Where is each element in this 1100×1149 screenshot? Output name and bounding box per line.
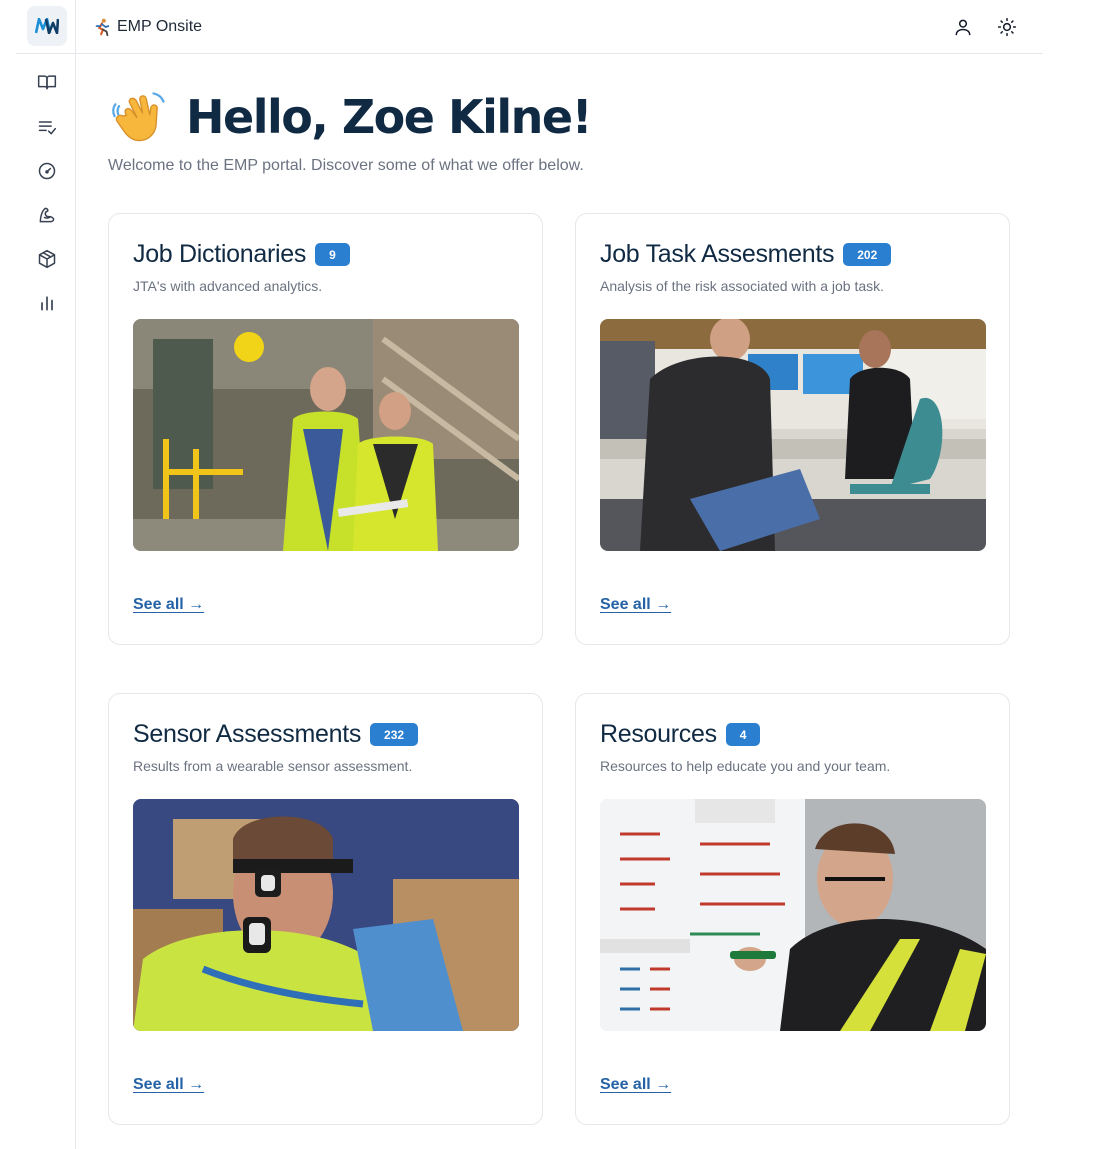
sun-icon [997,17,1017,37]
bicep-icon [39,207,55,223]
see-all-link[interactable]: See all → [133,596,204,614]
card-sensor-assessments: Sensor Assessments 232 Results from a we… [108,693,543,1125]
card-description: JTA's with advanced analytics. [133,278,323,294]
see-all-link[interactable]: See all → [600,596,671,614]
card-title: Job Dictionaries [133,240,307,268]
card-title: Resources [600,720,717,748]
see-all-link[interactable]: See all → [133,1076,204,1094]
user-profile-button[interactable] [951,15,975,39]
see-all-link[interactable]: See all → [600,1076,671,1094]
card-description: Analysis of the risk associated with a j… [600,278,885,294]
sidebar-item-sensors[interactable] [36,204,58,226]
page-subtitle: Welcome to the EMP portal. Discover some… [108,157,584,174]
card-image-wearable-sensor [133,799,519,1031]
count-badge: 202 [843,243,892,266]
app-logo[interactable] [27,6,67,46]
card-description: Results from a wearable sensor assessmen… [133,758,413,774]
bar-chart-icon [41,296,53,311]
count-badge: 232 [370,723,419,746]
sidebar-item-assessments[interactable] [36,116,58,138]
sidebar-divider [16,53,75,54]
sidebar-item-dashboard[interactable] [36,160,58,182]
book-open-icon [37,75,57,90]
box-icon [38,249,56,269]
user-icon [955,19,971,36]
count-badge: 9 [315,243,350,266]
card-title: Sensor Assessments [133,720,362,748]
card-job-dictionaries: Job Dictionaries 9 JTA's with advanced a… [108,213,543,645]
list-check-icon [38,121,57,135]
app-title: EMP Onsite [117,18,203,35]
sidebar-item-dictionaries[interactable] [36,71,58,93]
running-person-icon [95,18,110,36]
card-resources: Resources 4 Resources to help educate yo… [575,693,1010,1125]
hero: Hello, Zoe Kilne! [110,88,593,146]
app-title-group[interactable]: EMP Onsite [93,16,202,38]
sidebar [16,0,76,1149]
count-badge: 4 [725,723,761,746]
card-image-office-assessment [600,319,986,551]
sidebar-item-reports[interactable] [36,292,58,314]
card-image-whiteboard [600,799,986,1031]
top-bar: EMP Onsite [76,0,1043,54]
theme-toggle-button[interactable] [995,15,1019,39]
gauge-icon [38,162,56,180]
card-image-warehouse-workers [133,319,519,551]
card-job-task-assessments: Job Task Assesments 202 Analysis of the … [575,213,1010,645]
mw-logo-icon [35,18,59,34]
page-title: Hello, Zoe Kilne! [186,90,593,144]
card-title: Job Task Assesments [600,240,835,268]
waving-hand-icon [112,92,165,142]
card-description: Resources to help educate you and your t… [600,758,891,774]
sidebar-item-resources[interactable] [36,248,58,270]
